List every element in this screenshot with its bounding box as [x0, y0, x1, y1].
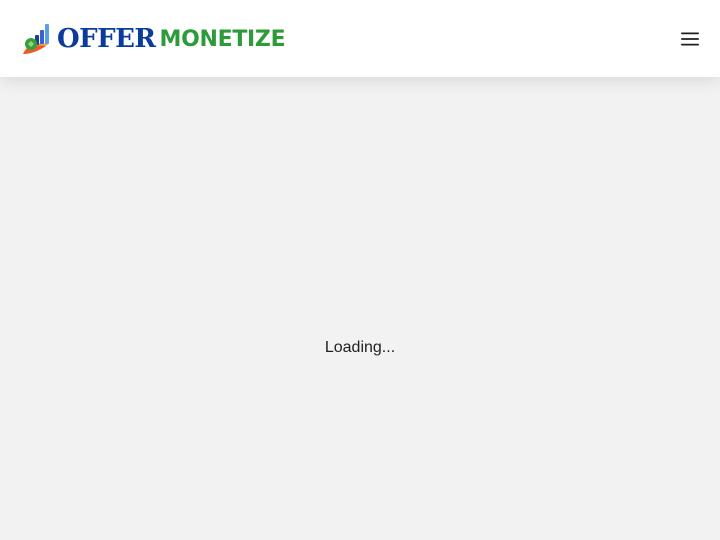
brand-logo[interactable]: OFFER MONETIZE [20, 20, 286, 58]
page: OFFER MONETIZE Loading... [0, 0, 720, 540]
logo-text-offer: OFFER [57, 23, 156, 54]
loading-text: Loading... [324, 339, 396, 356]
hamburger-menu-icon [681, 32, 699, 45]
logo-text-monetize: MONETIZE [159, 27, 286, 52]
menu-button[interactable] [675, 24, 705, 54]
logo-mark-icon [23, 23, 49, 54]
site-header: OFFER MONETIZE [0, 0, 720, 77]
